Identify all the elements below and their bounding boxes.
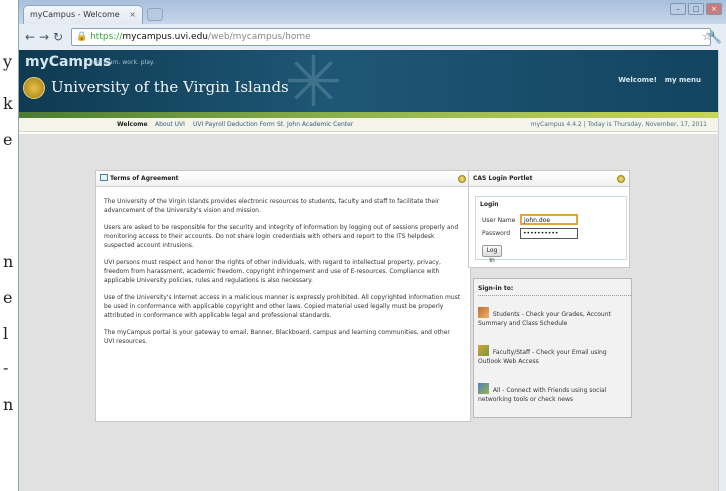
maximize-button[interactable]: □: [688, 3, 704, 15]
university-seal-icon: [23, 77, 45, 99]
browser-tab[interactable]: myCampus - Welcome ×: [23, 5, 143, 24]
gutter-char: e: [3, 130, 13, 149]
terms-title: Terms of Agreement: [110, 175, 179, 182]
web-page: ✳ myCampus live. learn. work. play. Univ…: [19, 50, 719, 491]
signin-title: Sign-in to:: [478, 285, 631, 296]
nav-payroll-form[interactable]: UVI Payroll Deduction Form: [193, 121, 275, 128]
reload-icon[interactable]: ↻: [51, 30, 65, 44]
all-icon: [478, 383, 489, 394]
login-legend: Login: [480, 201, 499, 208]
portal-status: myCampus 4.4.2 | Today is Thursday, Nove…: [530, 121, 707, 128]
back-icon[interactable]: ←: [23, 30, 37, 44]
terms-portlet: Terms of Agreement The University of the…: [95, 170, 471, 422]
gutter-char: y: [3, 52, 13, 71]
cas-header: CAS Login Portlet: [469, 171, 629, 187]
nav-about-uvi[interactable]: About UVI: [155, 121, 185, 128]
welcome-link[interactable]: Welcome!: [618, 76, 657, 84]
gutter-char: e: [3, 288, 13, 307]
close-tab-icon[interactable]: ×: [129, 6, 136, 24]
new-tab-button[interactable]: [147, 8, 163, 21]
portal-header: ✳ myCampus live. learn. work. play. Univ…: [19, 50, 719, 112]
address-bar[interactable]: 🔒 https://mycampus.uvi.edu/web/mycampus/…: [71, 28, 712, 46]
password-label: Password: [482, 230, 511, 237]
gutter-char: -: [3, 358, 9, 377]
portlet-icon: [100, 174, 108, 181]
lock-icon: 🔒: [76, 32, 88, 42]
portal-tagline: live. learn. work. play.: [89, 59, 155, 66]
signin-portlet: Sign-in to: Students - Check your Grades…: [473, 278, 632, 418]
minimize-button[interactable]: –: [670, 3, 686, 15]
terms-body: The University of the Virgin Islands pro…: [96, 187, 470, 346]
password-input[interactable]: ••••••••••: [520, 228, 578, 239]
login-button[interactable]: Log In: [482, 245, 502, 264]
terms-paragraph: Use of the University's Internet access …: [104, 294, 461, 319]
url-path: /web/mycampus/home: [208, 32, 311, 42]
terms-paragraph: The University of the Virgin Islands pro…: [104, 198, 440, 214]
underlying-document-edge: y k e n e l - n: [0, 0, 20, 491]
terms-paragraph: UVI persons must respect and honor the r…: [104, 259, 441, 284]
cas-login-portlet: CAS Login Portlet Login User Name john.d…: [468, 170, 630, 268]
portal-nav: Welcome About UVI UVI Payroll Deduction …: [19, 118, 719, 132]
url-domain: mycampus.uvi.edu: [122, 32, 208, 42]
gutter-char: n: [3, 395, 14, 414]
gutter-char: n: [3, 252, 14, 271]
signin-students-text: Students - Check your Grades, Account Su…: [478, 311, 611, 327]
tab-title: myCampus - Welcome: [30, 10, 120, 19]
terms-paragraph: The myCampus portal is your gateway to e…: [104, 329, 450, 345]
browser-window: myCampus - Welcome × – □ × ← → ↻ 🔒 https…: [18, 0, 726, 491]
terms-header: Terms of Agreement: [96, 171, 470, 187]
signin-faculty[interactable]: Faculty/Staff - Check your Email using O…: [478, 345, 628, 366]
nav-welcome[interactable]: Welcome: [117, 121, 148, 128]
gutter-char: k: [3, 94, 13, 113]
portal-content: Terms of Agreement The University of the…: [19, 134, 719, 491]
page-scrollbar[interactable]: [718, 50, 726, 491]
terms-paragraph: Users are asked to be responsible for th…: [104, 224, 459, 249]
signin-all[interactable]: All - Connect with Friends using social …: [478, 383, 628, 404]
cas-title: CAS Login Portlet: [473, 175, 533, 182]
portlet-options-icon[interactable]: [458, 175, 466, 183]
login-form: Login User Name john.doe Password ••••••…: [475, 196, 627, 264]
title-bar: myCampus - Welcome × – □ ×: [19, 0, 726, 24]
browser-toolbar: ← → ↻ 🔒 https://mycampus.uvi.edu/web/myc…: [19, 24, 726, 50]
students-icon: [478, 307, 489, 318]
wrench-icon[interactable]: 🔧: [707, 30, 722, 44]
my-menu-link[interactable]: my menu: [665, 76, 701, 84]
close-window-button[interactable]: ×: [706, 3, 722, 15]
signin-students[interactable]: Students - Check your Grades, Account Su…: [478, 307, 628, 328]
forward-icon[interactable]: →: [37, 30, 51, 44]
username-label: User Name: [482, 217, 516, 224]
window-controls: – □ ×: [670, 3, 722, 15]
signin-all-text: All - Connect with Friends using social …: [478, 387, 607, 403]
faculty-icon: [478, 345, 489, 356]
portlet-options-icon[interactable]: [617, 175, 625, 183]
url-scheme: https://: [90, 32, 123, 42]
nav-st-john-center[interactable]: St. John Academic Center: [277, 121, 353, 128]
palm-watermark-icon: ✳: [284, 50, 343, 112]
university-name: University of the Virgin Islands: [51, 78, 289, 96]
screen: y k e n e l - n myCampus - Welcome × – □…: [0, 0, 726, 491]
gutter-char: l: [3, 324, 9, 343]
signin-faculty-text: Faculty/Staff - Check your Email using O…: [478, 349, 607, 365]
username-input[interactable]: john.doe: [520, 214, 578, 225]
